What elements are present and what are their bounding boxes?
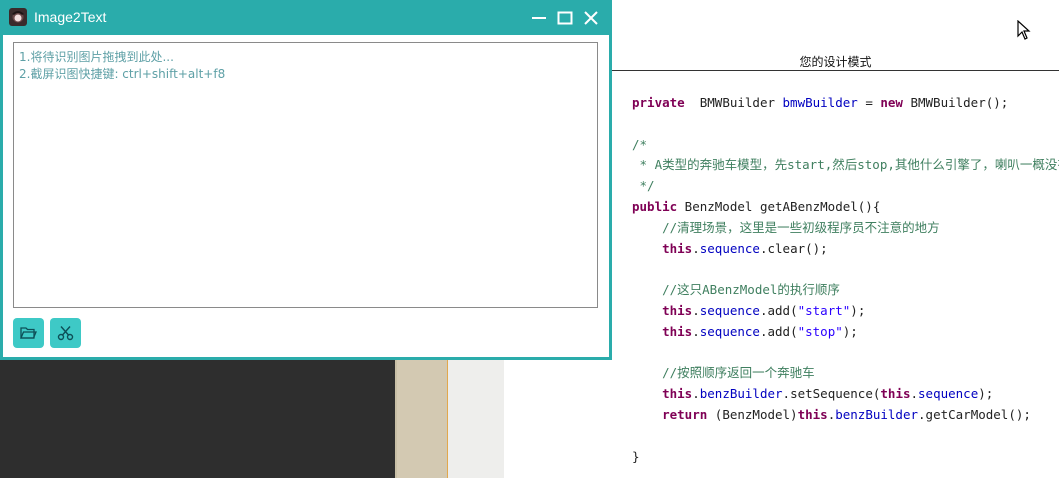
code-token: this bbox=[632, 240, 693, 256]
code-token: .add( bbox=[759, 302, 798, 318]
image2text-window: Image2Text 1.将待识别图片拖拽到此处... 2.截屏识图快捷键: c… bbox=[0, 0, 612, 360]
code-token: sequence bbox=[699, 240, 760, 256]
window-content: 1.将待识别图片拖拽到此处... 2.截屏识图快捷键: ctrl+shift+a… bbox=[3, 35, 609, 357]
code-line: * A类型的奔驰车模型，先start,然后stop,其他什么引擎了，喇叭一概没有 bbox=[632, 155, 1059, 176]
code-line: public BenzModel getABenzModel(){ bbox=[632, 197, 1059, 218]
code-token: this bbox=[632, 323, 693, 339]
code-token: benzBuilder bbox=[699, 386, 783, 402]
code-token: * A类型的奔驰车模型，先start,然后stop,其他什么引擎了，喇叭一概没有 bbox=[632, 157, 1059, 173]
code-token: /* bbox=[632, 136, 648, 152]
window-title: Image2Text bbox=[34, 9, 107, 25]
code-line: return (BenzModel)this.benzBuilder.getCa… bbox=[632, 405, 1059, 426]
code-token: //这只ABenzModel的执行顺序 bbox=[632, 282, 840, 298]
code-token: return bbox=[632, 406, 708, 422]
code-token: private bbox=[632, 95, 685, 110]
code-token: (BenzModel) bbox=[707, 406, 798, 422]
code-line: //清理场景，这里是一些初级程序员不注意的地方 bbox=[632, 218, 1059, 239]
code-token: .getCarModel(); bbox=[918, 406, 1031, 422]
mouse-pointer-icon bbox=[1017, 20, 1031, 40]
code-token: "stop" bbox=[797, 323, 843, 339]
code-token: } bbox=[632, 448, 640, 464]
desktop-background bbox=[0, 358, 395, 478]
code-line: //这只ABenzModel的执行顺序 bbox=[632, 280, 1059, 301]
scissors-icon bbox=[57, 326, 74, 341]
code-token: this bbox=[797, 406, 828, 422]
code-token: sequence bbox=[699, 323, 760, 339]
code-token: //按照顺序返回一个奔驰车 bbox=[632, 365, 815, 381]
code-token: this bbox=[632, 302, 693, 318]
code-token: . bbox=[692, 323, 700, 339]
code-token: sequence bbox=[699, 302, 760, 318]
code-line: this.benzBuilder.setSequence(this.sequen… bbox=[632, 384, 1059, 405]
code-line: //按照顺序返回一个奔驰车 bbox=[632, 363, 1059, 384]
code-token: BMWBuilder(); bbox=[902, 95, 1009, 110]
code-token: "start" bbox=[797, 302, 851, 318]
close-icon[interactable] bbox=[582, 9, 600, 27]
code-token: . bbox=[910, 386, 919, 402]
code-token: .setSequence( bbox=[782, 386, 881, 402]
code-token: = bbox=[857, 95, 881, 110]
code-token: benzBuilder bbox=[835, 406, 919, 422]
maximize-icon[interactable] bbox=[556, 9, 574, 27]
folder-open-icon bbox=[20, 327, 37, 339]
code-token: //清理场景，这里是一些初级程序员不注意的地方 bbox=[632, 219, 940, 235]
code-token: */ bbox=[632, 178, 655, 194]
code-token: ); bbox=[842, 323, 858, 339]
shortcut-hint-line: 2.截屏识图快捷键: ctrl+shift+alt+f8 bbox=[19, 67, 226, 81]
code-line: this.sequence.clear(); bbox=[632, 239, 1059, 260]
code-token: BenzModel getABenzModel(){ bbox=[677, 198, 881, 214]
code-token: BMWBuilder bbox=[684, 95, 783, 110]
code-token: this bbox=[880, 386, 911, 402]
drop-hint-line: 1.将待识别图片拖拽到此处... bbox=[19, 50, 174, 64]
code-token: ); bbox=[978, 386, 994, 402]
title-bar[interactable]: Image2Text bbox=[0, 0, 612, 35]
code-token: .clear(); bbox=[759, 240, 828, 256]
code-line: this.sequence.add("stop"); bbox=[632, 322, 1059, 343]
image-drop-area[interactable]: 1.将待识别图片拖拽到此处... 2.截屏识图快捷键: ctrl+shift+a… bbox=[13, 42, 598, 308]
code-page: 您的设计模式 private BMWBuilder bmwBuilder = n… bbox=[612, 0, 1059, 478]
code-line: /* bbox=[632, 135, 1059, 156]
code-token: public bbox=[632, 198, 678, 214]
app-logo-icon bbox=[9, 8, 27, 26]
code-token: ); bbox=[850, 302, 866, 318]
code-token: this bbox=[632, 386, 693, 402]
code-token: bmwBuilder bbox=[782, 95, 858, 110]
code-line: this.sequence.add("start"); bbox=[632, 301, 1059, 322]
minimize-icon[interactable] bbox=[530, 9, 548, 27]
code-token: . bbox=[692, 302, 700, 318]
code-token: . bbox=[692, 240, 700, 256]
code-token: sequence bbox=[918, 386, 979, 402]
code-line: */ bbox=[632, 176, 1059, 197]
code-token: new bbox=[880, 95, 903, 110]
code-line: } bbox=[632, 447, 1059, 468]
code-token: .add( bbox=[759, 323, 798, 339]
desktop-background-strip bbox=[395, 358, 448, 478]
desktop-background-paper bbox=[448, 358, 504, 478]
page-heading: 您的设计模式 bbox=[799, 55, 872, 69]
screenshot-button[interactable] bbox=[50, 318, 81, 348]
code-line: private BMWBuilder bmwBuilder = new BMWB… bbox=[632, 93, 1059, 114]
code-block: private BMWBuilder bmwBuilder = new BMWB… bbox=[632, 93, 1059, 467]
heading-divider bbox=[612, 70, 1059, 71]
open-file-button[interactable] bbox=[13, 318, 44, 348]
code-token: . bbox=[692, 386, 700, 402]
